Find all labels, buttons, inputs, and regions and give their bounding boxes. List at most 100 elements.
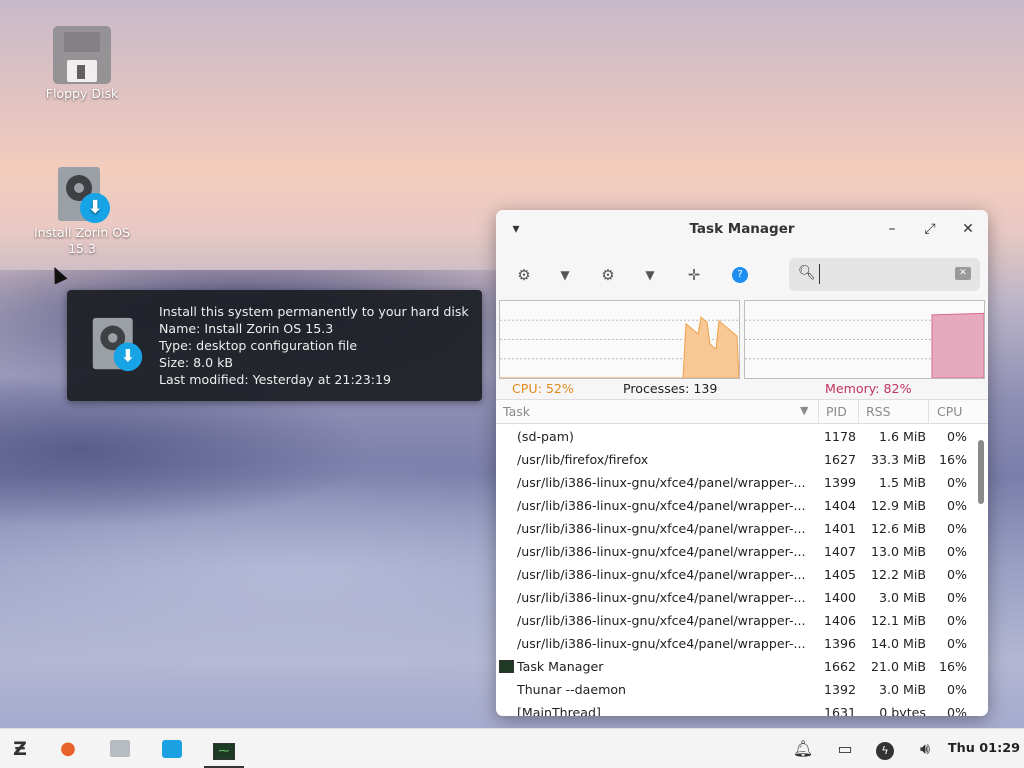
process-pid: 1178 [824, 429, 857, 444]
desktop-icon-floppy-disk[interactable]: Floppy Disk [27, 26, 137, 102]
table-scrollbar[interactable] [978, 440, 984, 504]
process-cpu: 0% [947, 705, 967, 716]
table-row[interactable]: Thunar --daemon 1392 3.0 MiB 0% [496, 678, 974, 701]
column-task[interactable]: Task [503, 404, 530, 419]
process-cpu: 0% [947, 682, 967, 697]
process-cpu: 0% [947, 590, 967, 605]
desktop-icon-label: Floppy Disk [45, 86, 119, 101]
process-pid: 1392 [824, 682, 857, 697]
search-input[interactable] [819, 264, 949, 284]
process-cpu: 0% [947, 475, 967, 490]
task-name: /usr/lib/i386-linux-gnu/xfce4/panel/wrap… [517, 521, 806, 536]
taskbar: Ƶ ● ⁓ 🔔︎ ▭ ϟ 🔊︎ Thu 01:29 [0, 728, 1024, 768]
column-pid[interactable]: PID [826, 404, 847, 419]
processes-stat: Processes: 139 [623, 381, 718, 396]
task-name: [MainThread] [517, 705, 601, 716]
task-name: /usr/lib/firefox/firefox [517, 452, 649, 467]
task-name: Thunar --daemon [517, 682, 627, 697]
table-row[interactable]: /usr/lib/i386-linux-gnu/xfce4/panel/wrap… [496, 563, 974, 586]
table-row[interactable]: /usr/lib/i386-linux-gnu/xfce4/panel/wrap… [496, 609, 974, 632]
tooltip-type: Type: desktop configuration file [159, 338, 358, 353]
software-store-icon[interactable] [159, 737, 185, 761]
floppy-disk-icon [53, 26, 111, 84]
files-icon[interactable] [107, 737, 133, 761]
table-row[interactable]: /usr/lib/i386-linux-gnu/xfce4/panel/wrap… [496, 632, 974, 655]
table-row[interactable]: Task Manager 1662 21.0 MiB 16% [496, 655, 974, 678]
task-manager-icon[interactable]: ⁓ [211, 737, 237, 761]
memory-graph-plot [745, 312, 984, 378]
process-pid: 1627 [824, 452, 857, 467]
process-cpu: 0% [947, 498, 967, 513]
cpu-stat: CPU: 52% [512, 381, 574, 396]
power-icon[interactable]: ϟ [872, 737, 898, 761]
volume-icon[interactable]: 🔊︎ [912, 737, 938, 761]
process-cpu: 0% [947, 521, 967, 536]
table-row[interactable]: /usr/lib/i386-linux-gnu/xfce4/panel/wrap… [496, 540, 974, 563]
table-row[interactable]: (sd-pam) 1178 1.6 MiB 0% [496, 425, 974, 448]
crosshair-icon[interactable]: ✛ [683, 264, 705, 286]
clock[interactable]: Thu 01:29 [948, 741, 1020, 756]
notifications-icon[interactable]: 🔔︎ [790, 737, 816, 761]
gear-icon[interactable]: ⚙ [597, 264, 619, 286]
help-icon[interactable]: ? [732, 267, 748, 283]
process-rss: 12.2 MiB [870, 567, 926, 582]
firefox-icon[interactable]: ● [55, 737, 81, 761]
process-cpu: 16% [939, 659, 967, 674]
process-rss: 14.0 MiB [870, 636, 926, 651]
process-pid: 1399 [824, 475, 857, 490]
column-cpu[interactable]: CPU [937, 404, 962, 419]
table-header: Task ▼ PID RSS CPU [496, 400, 988, 424]
table-row[interactable]: /usr/lib/i386-linux-gnu/xfce4/panel/wrap… [496, 471, 974, 494]
mouse-cursor [48, 264, 68, 285]
process-settings-icon[interactable]: ⚙ [513, 264, 535, 286]
task-name: (sd-pam) [517, 429, 574, 444]
tooltip-size: Size: 8.0 kB [159, 355, 234, 370]
table-row[interactable]: /usr/lib/i386-linux-gnu/xfce4/panel/wrap… [496, 586, 974, 609]
process-pid: 1404 [824, 498, 857, 513]
process-settings-dropdown[interactable]: ▼ [554, 264, 576, 286]
process-rss: 3.0 MiB [878, 590, 926, 605]
tooltip-description: Install this system permanently to your … [159, 304, 469, 319]
close-button[interactable]: ✕ [957, 218, 979, 240]
process-rss: 21.0 MiB [870, 659, 926, 674]
task-name: /usr/lib/i386-linux-gnu/xfce4/panel/wrap… [517, 544, 806, 559]
zorin-menu-icon[interactable]: Ƶ [7, 737, 33, 761]
task-manager-icon [499, 660, 514, 673]
clear-search-icon[interactable]: ✕ [955, 267, 971, 280]
cpu-graph-plot [500, 316, 739, 378]
table-row[interactable]: /usr/lib/i386-linux-gnu/xfce4/panel/wrap… [496, 517, 974, 540]
process-rss: 12.9 MiB [870, 498, 926, 513]
process-table: Task ▼ PID RSS CPU (sd-pam) 1178 1.6 MiB 0%… [496, 399, 988, 716]
process-cpu: 0% [947, 636, 967, 651]
column-rss[interactable]: RSS [866, 404, 891, 419]
process-pid: 1662 [824, 659, 857, 674]
icon-tooltip: ⬇ Install this system permanently to you… [67, 290, 482, 401]
task-name: /usr/lib/i386-linux-gnu/xfce4/panel/wrap… [517, 636, 806, 651]
titlebar: ▾ Task Manager – ⤢ ✕ [496, 210, 988, 248]
process-pid: 1631 [824, 705, 857, 716]
process-rss: 3.0 MiB [878, 682, 926, 697]
tooltip-name: Name: Install Zorin OS 15.3 [159, 321, 334, 336]
process-pid: 1400 [824, 590, 857, 605]
cpu-graph [499, 300, 740, 379]
table-row[interactable]: [MainThread] 1631 0 bytes 0% [496, 701, 974, 716]
cpu-usage-area [500, 316, 739, 378]
process-rows: (sd-pam) 1178 1.6 MiB 0% /usr/lib/firefox/fi… [496, 425, 974, 716]
process-rss: 33.3 MiB [870, 452, 926, 467]
usage-graphs [499, 300, 985, 379]
process-pid: 1407 [824, 544, 857, 559]
table-row[interactable]: /usr/lib/i386-linux-gnu/xfce4/panel/wrap… [496, 494, 974, 517]
installer-icon: ⬇ [89, 316, 143, 372]
desktop-icon-install-zorin[interactable]: ⬇ Install Zorin OS 15.3 [27, 165, 137, 257]
settings-dropdown[interactable]: ▼ [639, 264, 661, 286]
task-name: /usr/lib/i386-linux-gnu/xfce4/panel/wrap… [517, 613, 806, 628]
table-row[interactable]: /usr/lib/firefox/firefox 1627 33.3 MiB 16% [496, 448, 974, 471]
search-box[interactable]: 🔍︎ ✕ [789, 258, 980, 291]
display-icon[interactable]: ▭ [832, 737, 858, 761]
task-name: Task Manager [517, 659, 604, 674]
system-stats: CPU: 52% Processes: 139 Memory: 82% [496, 381, 988, 399]
process-rss: 12.6 MiB [870, 521, 926, 536]
maximize-button[interactable]: ⤢ [919, 218, 941, 240]
minimize-button[interactable]: – [881, 218, 903, 240]
process-cpu: 0% [947, 613, 967, 628]
